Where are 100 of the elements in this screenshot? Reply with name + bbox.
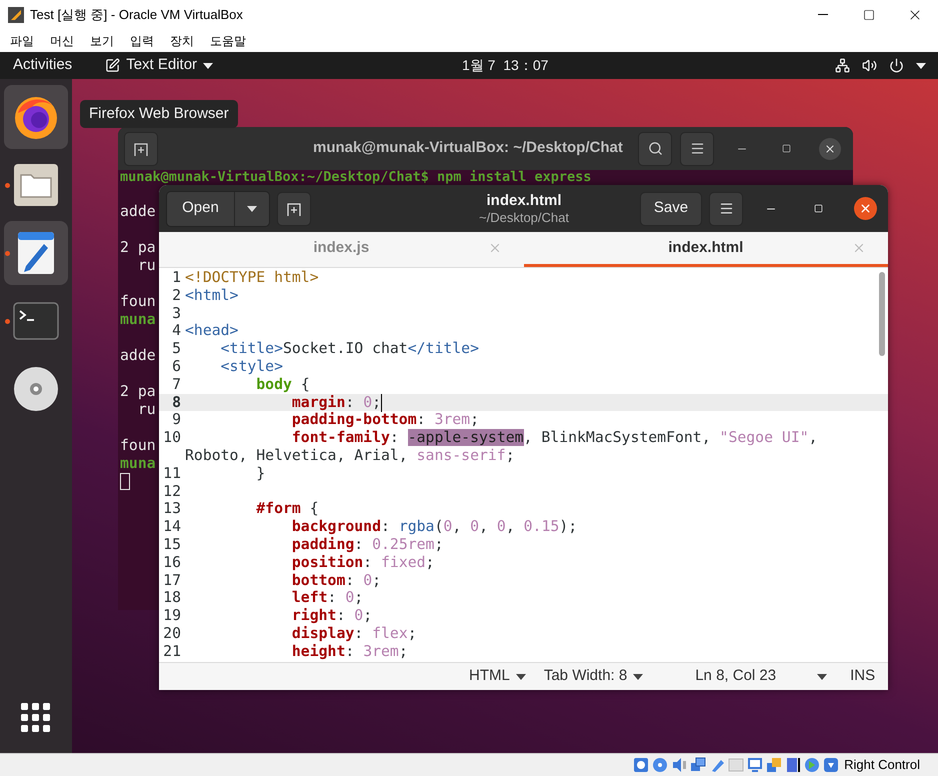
menu-item[interactable]: 파일 [10, 32, 34, 50]
speaker-icon[interactable] [671, 757, 688, 773]
disc-icon [13, 366, 59, 412]
text-cursor [120, 473, 130, 490]
open-button[interactable]: Open [167, 192, 234, 226]
new-tab-icon [286, 200, 302, 216]
download-icon[interactable] [823, 757, 840, 773]
menu-item[interactable]: 보기 [90, 32, 114, 50]
code-line: } [255, 464, 266, 483]
maximize-icon [863, 9, 875, 21]
line-number: 11 [163, 464, 181, 483]
document-path: ~/Desktop/Chat [479, 210, 569, 226]
cursor-position[interactable]: Ln 8, Col 23 [695, 665, 776, 688]
folder-icon [13, 163, 59, 207]
volume-icon[interactable] [862, 58, 877, 73]
output-line: ru [136, 257, 156, 274]
window-title: Test [실행 중] - Oracle VM VirtualBox [30, 6, 243, 24]
host-key-label: Right Control [844, 756, 920, 774]
terminal-icon [13, 302, 59, 340]
new-tab-button[interactable] [277, 192, 311, 226]
power-icon[interactable] [889, 58, 904, 73]
tab-width-selector[interactable]: Tab Width: 8 [544, 665, 644, 688]
prompt-line: muna [120, 311, 156, 328]
line-number: 12 [163, 482, 181, 500]
search-icon [648, 141, 662, 156]
output-line: foun [120, 437, 156, 454]
maximize-icon[interactable] [782, 144, 791, 153]
code-line: <head> [185, 322, 238, 340]
close-icon [824, 142, 836, 154]
code-line: <style> [220, 358, 283, 376]
close-button[interactable] [819, 138, 841, 160]
code-line: font-family: -apple-system, BlinkMacSystemFont, "Segoe UI", [290, 429, 818, 447]
code-line: bottom: 0; [290, 572, 382, 590]
line-number: 18 [163, 589, 181, 608]
line-number: 5 [172, 340, 181, 358]
app-menu[interactable]: Text Editor [126, 54, 198, 77]
code-line: padding-bottom: 3rem; [290, 411, 480, 430]
code-line: body { [255, 376, 310, 394]
code-line: #form { [255, 500, 319, 518]
app-logo-icon [8, 7, 24, 23]
prompt-line: muna [120, 455, 156, 472]
output-line: adde [120, 347, 156, 364]
open-menu-button[interactable] [234, 192, 269, 226]
scrollbar[interactable] [879, 272, 885, 356]
caret-icon [516, 674, 526, 680]
dock-item[interactable] [4, 221, 68, 285]
disc-icon[interactable] [652, 757, 668, 773]
line-number: 13 [163, 500, 181, 518]
line-number: 3 [172, 304, 181, 322]
document-title: index.html [486, 192, 562, 210]
apps-grid-icon[interactable] [21, 703, 51, 733]
menu-icon [690, 141, 704, 156]
insert-mode: INS [850, 666, 876, 686]
line-number: 7 [172, 376, 181, 394]
menu-button[interactable] [709, 192, 743, 226]
monitor-icon[interactable] [747, 757, 764, 773]
prompt-line: munak@munak-VirtualBox:~/Desktop/Chat$ npm install express [120, 169, 592, 185]
output-line: ru [136, 401, 156, 418]
tooltip: Firefox Web Browser [80, 100, 238, 128]
line-number: 20 [163, 624, 181, 643]
clock[interactable]: 1월 7 13：07 [462, 55, 548, 76]
menu-item[interactable]: 입력 [130, 32, 154, 50]
output-line: adde [120, 203, 156, 220]
new-tab-button[interactable] [124, 132, 158, 166]
menu-button[interactable] [680, 132, 714, 166]
new-tab-icon [133, 140, 149, 156]
line-number: 4 [172, 322, 181, 340]
code-line: background: rgba(0, 0, 0, 0.15); [290, 518, 578, 536]
code-line: display: flex; [290, 624, 417, 643]
code-line: <title>Socket.IO chat</title> [220, 340, 479, 358]
minimize-icon [818, 14, 828, 16]
code-line: height: 3rem; [290, 642, 408, 661]
language-selector[interactable]: HTML [469, 665, 526, 688]
save-button[interactable]: Save [640, 192, 702, 226]
output-line: foun [120, 293, 156, 310]
line-number: 19 [163, 607, 181, 625]
line-number: 21 [163, 642, 181, 661]
caret-icon [633, 674, 644, 680]
code-line: right: 0; [290, 607, 372, 625]
line-number: 1 [172, 269, 181, 287]
output-line: 2 pa [120, 383, 156, 400]
line-number: 2 [172, 286, 181, 305]
caret-icon [817, 674, 828, 680]
close-button[interactable] [854, 197, 877, 220]
code-line: position: fixed; [290, 554, 434, 572]
caret-icon [203, 62, 214, 68]
line-number: 10 [163, 429, 181, 447]
close-icon [859, 202, 872, 215]
menu-item[interactable]: 머신 [50, 32, 74, 50]
notepad-icon [16, 230, 56, 276]
caret-icon [916, 62, 926, 68]
line-number: 15 [163, 536, 181, 554]
menu-item[interactable]: 도움말 [210, 32, 246, 50]
menu-item[interactable]: 장치 [170, 32, 194, 50]
text-cursor [381, 394, 382, 412]
search-button[interactable] [638, 132, 672, 166]
activities-button[interactable]: Activities [13, 54, 72, 77]
terminal-title: munak@munak-VirtualBox: ~/Desktop/Chat [313, 138, 623, 158]
line-number: 8 [172, 394, 181, 412]
line-number: 17 [163, 572, 181, 590]
